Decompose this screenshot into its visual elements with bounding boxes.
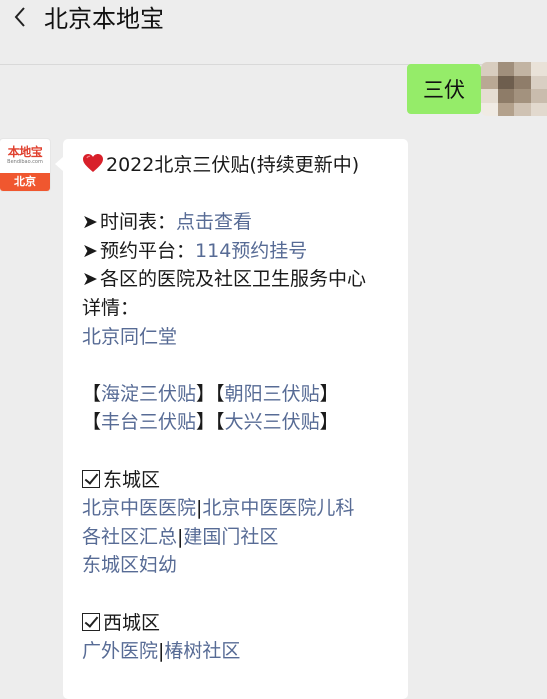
booking-line: ➤ 预约平台：114预约挂号 — [82, 237, 408, 266]
back-button[interactable] — [6, 4, 34, 34]
sent-message-bubble[interactable]: 三伏 — [407, 64, 488, 114]
chat-title: 北京本地宝 — [44, 5, 164, 33]
booking-label: 预约平台： — [100, 239, 196, 262]
bracket: 】 — [196, 382, 216, 405]
user-avatar[interactable] — [481, 62, 547, 116]
daxing-link[interactable]: 大兴三伏贴 — [225, 411, 320, 433]
tongrentang-link[interactable]: 北京同仁堂 — [82, 326, 177, 348]
xicheng-title: 西城区 — [103, 611, 161, 634]
schedule-line: ➤ 时间表：点击查看 — [82, 208, 408, 237]
message-heading: 2022北京三伏贴(持续更新中) — [106, 154, 360, 176]
arrow-right-icon: ➤ — [82, 211, 98, 234]
schedule-link[interactable]: 点击查看 — [176, 211, 252, 233]
xicheng-heading: 西城区 — [82, 609, 408, 638]
bracket: 【 — [82, 411, 102, 434]
hospital-link[interactable]: 北京中医医院儿科 — [202, 497, 354, 519]
bot-logo-subtext: Bendibao.com — [7, 159, 43, 165]
community-link[interactable]: 建国门社区 — [183, 526, 278, 548]
bracket: 【 — [215, 411, 225, 434]
checkbox-icon — [82, 469, 100, 488]
details-label: 详情： — [82, 296, 140, 319]
checkbox-icon — [82, 612, 100, 631]
dongcheng-title: 东城区 — [103, 468, 161, 491]
bot-logo-text: 本地宝 — [7, 145, 43, 159]
heart-icon — [82, 153, 104, 182]
bracket: 】 — [196, 411, 216, 434]
community-link[interactable]: 椿树社区 — [164, 640, 240, 662]
bot-avatar[interactable]: 本地宝 Bendibao.com 北京 — [0, 139, 50, 191]
chaoyang-link[interactable]: 朝阳三伏贴 — [225, 383, 320, 405]
bracket: 【 — [215, 382, 225, 405]
arrow-right-icon: ➤ — [82, 239, 98, 262]
arrow-right-icon: ➤ — [82, 268, 98, 291]
chevron-left-icon — [13, 5, 27, 33]
haidian-link[interactable]: 海淀三伏贴 — [101, 383, 196, 405]
bracket: 】 — [319, 382, 339, 405]
bot-logo-city: 北京 — [0, 173, 50, 191]
booking-link[interactable]: 114预约挂号 — [195, 240, 307, 262]
schedule-label: 时间表： — [100, 211, 177, 234]
hospital-link[interactable]: 广外医院 — [82, 640, 158, 662]
community-link[interactable]: 各社区汇总 — [82, 526, 177, 548]
bracket: 】 — [319, 411, 339, 434]
message-heading-line: 2022北京三伏贴(持续更新中) — [82, 151, 408, 180]
bracket: 【 — [82, 382, 102, 405]
hospital-link[interactable]: 北京中医医院 — [82, 497, 196, 519]
district-links-row: 【丰台三伏贴】【大兴三伏贴】 — [82, 408, 408, 437]
hospitals-label: 各区的医院及社区卫生服务中心 — [100, 268, 367, 291]
dongcheng-heading: 东城区 — [82, 466, 408, 495]
fengtai-link[interactable]: 丰台三伏贴 — [101, 411, 196, 433]
hospital-link[interactable]: 东城区妇幼 — [82, 554, 177, 576]
district-links-row: 【海淀三伏贴】【朝阳三伏贴】 — [82, 380, 408, 409]
hospitals-line: ➤ 各区的医院及社区卫生服务中心 — [82, 265, 408, 294]
received-message-bubble: 2022北京三伏贴(持续更新中) ➤ 时间表：点击查看 ➤ 预约平台：114预约挂号… — [55, 139, 408, 699]
top-bar: 北京本地宝 — [0, 0, 547, 40]
